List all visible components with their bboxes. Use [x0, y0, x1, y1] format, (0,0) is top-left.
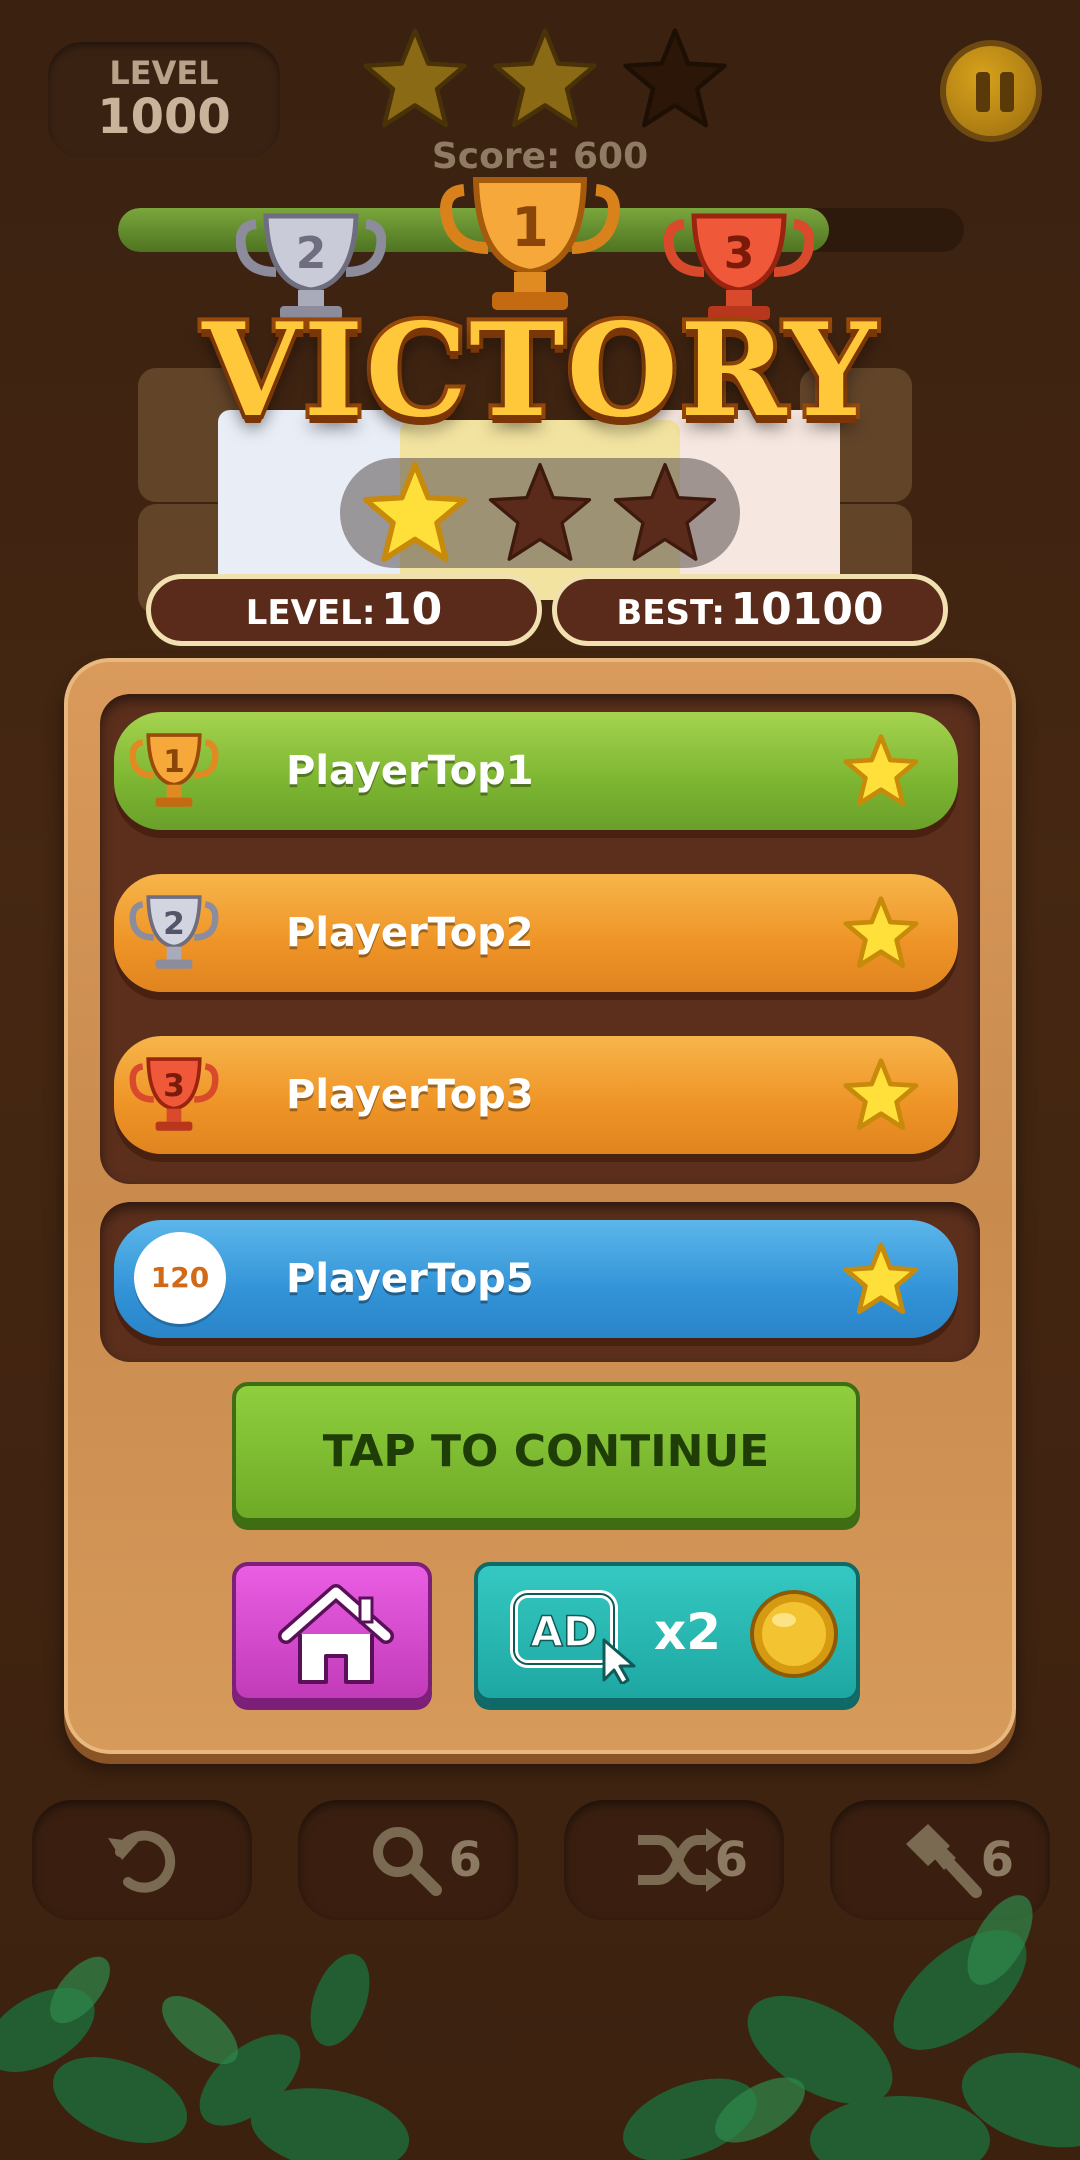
- level-label: LEVEL: [109, 54, 219, 92]
- star-icon: [843, 1058, 919, 1131]
- star-filled-icon: [362, 461, 468, 562]
- player-name: PlayerTop2: [286, 910, 534, 956]
- star-empty-icon: [613, 462, 717, 561]
- star-icon: [363, 28, 467, 128]
- player-name: PlayerTop5: [286, 1256, 534, 1302]
- player-name: PlayerTop1: [286, 748, 534, 794]
- coin-icon: [750, 1590, 838, 1678]
- trophy-gold-icon: 1: [129, 733, 219, 807]
- best-pill-value: 10100: [730, 584, 884, 635]
- star-icon: [843, 1242, 919, 1315]
- leaderboard-row: 1 PlayerTop1: [114, 712, 958, 830]
- svg-text:3: 3: [724, 228, 755, 279]
- self-rank-row: 120 PlayerTop5: [114, 1220, 958, 1338]
- hud-stars: [360, 24, 740, 134]
- home-button[interactable]: [232, 1562, 432, 1702]
- pause-icon: [976, 72, 990, 112]
- level-pill-label: LEVEL:: [245, 593, 376, 633]
- level-value: 1000: [97, 89, 231, 145]
- rank-badge: 120: [134, 1232, 226, 1324]
- star-icon: [843, 734, 919, 807]
- svg-text:1: 1: [163, 744, 185, 780]
- level-pill-value: 10: [381, 584, 443, 635]
- star-icon: [493, 28, 597, 128]
- best-pill-label: BEST:: [616, 593, 725, 633]
- svg-text:2: 2: [296, 228, 327, 279]
- earned-stars: [340, 458, 740, 568]
- double-reward-ad-button[interactable]: AD x2: [474, 1562, 860, 1702]
- foliage-decoration: [0, 1895, 1080, 2160]
- svg-text:1: 1: [511, 196, 549, 259]
- home-icon: [278, 1584, 394, 1684]
- tap-to-continue-button[interactable]: TAP TO CONTINUE: [232, 1382, 860, 1522]
- best-pill: BEST: 10100: [552, 574, 948, 646]
- player-name: PlayerTop3: [286, 1072, 534, 1118]
- trophy-silver-icon: 2: [129, 895, 219, 969]
- svg-text:AD: AD: [530, 1607, 597, 1656]
- star-empty-icon: [623, 28, 727, 128]
- leaderboard-row: 2 PlayerTop2: [114, 874, 958, 992]
- svg-text:3: 3: [163, 1068, 185, 1104]
- pause-button[interactable]: [940, 40, 1042, 142]
- victory-title: VICTORY: [198, 292, 880, 450]
- trophy-bronze-icon: 3: [129, 1057, 219, 1131]
- star-icon: [843, 896, 919, 969]
- ad-icon: AD: [510, 1590, 636, 1684]
- leaderboard-row: 3 PlayerTop3: [114, 1036, 958, 1154]
- ad-multiplier: x2: [654, 1603, 722, 1661]
- svg-text:2: 2: [163, 906, 185, 942]
- star-empty-icon: [488, 462, 592, 561]
- level-pill: LEVEL: 10: [146, 574, 542, 646]
